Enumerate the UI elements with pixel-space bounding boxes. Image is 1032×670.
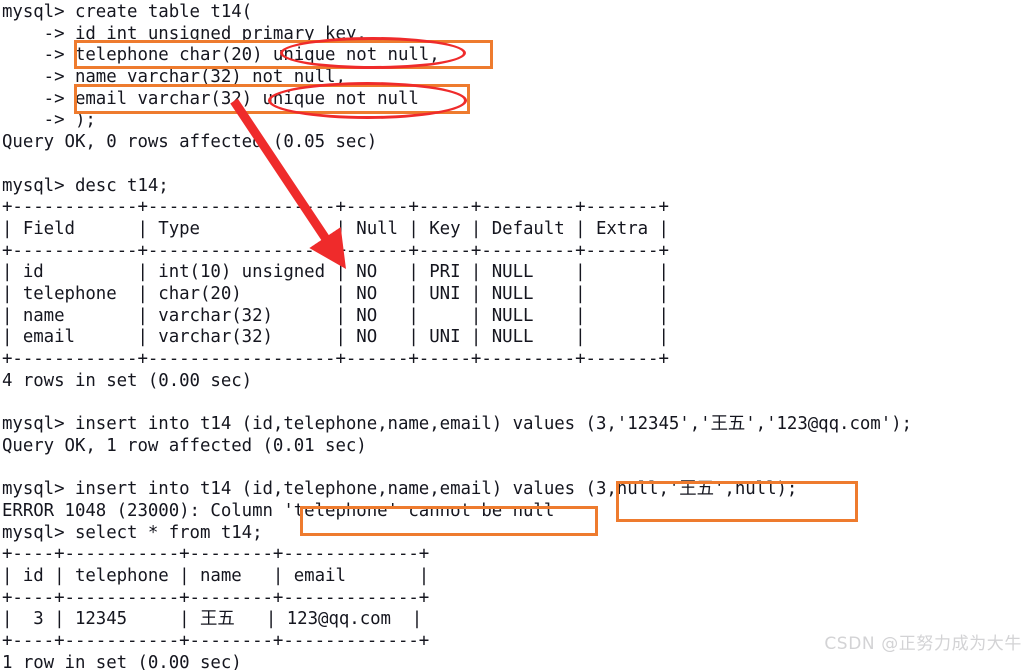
terminal-line: | Field | Type | Null | Key | Default | … — [2, 218, 669, 239]
terminal-line: ERROR 1048 (23000): Column 'telephone' c… — [2, 500, 555, 521]
terminal-line: -> name varchar(32) not null, — [2, 67, 346, 88]
terminal-line: | 3 | 12345 | 王五 | 123@qq.com | — [2, 609, 423, 630]
terminal-line: mysql> create table t14( — [2, 2, 253, 22]
terminal-line: +----+-----------+--------+-------------… — [2, 587, 430, 608]
terminal-line: mysql> insert into t14 (id,telephone,nam… — [2, 479, 798, 500]
terminal-line: -> email varchar(32) unique not null — [2, 88, 419, 109]
terminal-line: +----+-----------+--------+-------------… — [2, 544, 430, 565]
terminal-line: Query OK, 0 rows affected (0.05 sec) — [2, 132, 378, 153]
terminal-line: +------------+------------------+------+… — [2, 240, 669, 261]
terminal-line: Query OK, 1 row affected (0.01 sec) — [2, 435, 367, 456]
csdn-watermark: CSDN @正努力成为大牛 — [824, 634, 1022, 654]
terminal-line: | telephone | char(20) | NO | UNI | NULL… — [2, 283, 669, 304]
terminal-line: mysql> desc t14; — [2, 175, 169, 196]
terminal-screenshot: mysql> create table t14( -> id int unsig… — [0, 0, 1032, 670]
terminal-line: mysql> insert into t14 (id,telephone,nam… — [2, 414, 912, 435]
terminal-line: +------------+------------------+------+… — [2, 197, 669, 218]
terminal-console: mysql> create table t14( -> id int unsig… — [0, 0, 1032, 670]
terminal-line: -> id int unsigned primary key, — [2, 23, 367, 44]
terminal-line: -> telephone char(20) unique not null, — [2, 45, 440, 66]
terminal-line: | email | varchar(32) | NO | UNI | NULL … — [2, 327, 669, 348]
terminal-line: | id | telephone | name | email | — [2, 565, 430, 586]
terminal-line: +------------+------------------+------+… — [2, 349, 669, 369]
terminal-line: 1 row in set (0.00 sec) — [2, 652, 242, 670]
terminal-line: | name | varchar(32) | NO | | NULL | | — [2, 305, 669, 326]
terminal-line: | id | int(10) unsigned | NO | PRI | NUL… — [2, 262, 669, 283]
terminal-line: 4 rows in set (0.00 sec) — [2, 370, 253, 391]
terminal-line: mysql> select * from t14; — [2, 522, 263, 543]
terminal-line: -> ); — [2, 110, 96, 131]
